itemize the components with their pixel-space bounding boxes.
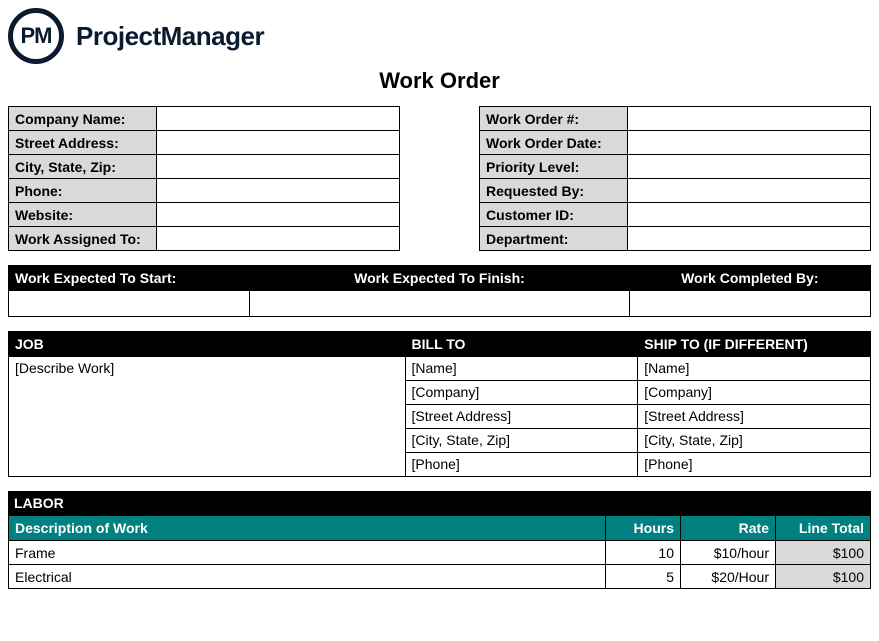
value-work-order-date[interactable] <box>628 131 871 155</box>
ship-to-csz[interactable]: [City, State, Zip] <box>638 429 871 453</box>
value-department[interactable] <box>628 227 871 251</box>
header-ship-to: SHIP TO (IF DIFFERENT) <box>638 332 871 357</box>
order-info-table: Work Order #: Work Order Date: Priority … <box>479 106 871 251</box>
bill-to-csz[interactable]: [City, State, Zip] <box>405 429 638 453</box>
value-company-name[interactable] <box>157 107 400 131</box>
value-phone[interactable] <box>157 179 400 203</box>
label-requested-by: Requested By: <box>480 179 628 203</box>
labor-header-hours: Hours <box>606 516 681 541</box>
value-customer-id[interactable] <box>628 203 871 227</box>
labor-header-total: Line Total <box>776 516 871 541</box>
label-website: Website: <box>9 203 157 227</box>
label-street-address: Street Address: <box>9 131 157 155</box>
header-start: Work Expected To Start: <box>9 266 250 291</box>
labor-rate[interactable]: $20/Hour <box>681 565 776 589</box>
labor-desc[interactable]: Frame <box>9 541 606 565</box>
label-company-name: Company Name: <box>9 107 157 131</box>
label-priority-level: Priority Level: <box>480 155 628 179</box>
labor-header-rate: Rate <box>681 516 776 541</box>
labor-row: Frame 10 $10/hour $100 <box>9 541 871 565</box>
describe-work[interactable]: [Describe Work] <box>9 357 406 477</box>
info-section: Company Name: Street Address: City, Stat… <box>8 106 871 251</box>
label-work-order-date: Work Order Date: <box>480 131 628 155</box>
labor-row: Electrical 5 $20/Hour $100 <box>9 565 871 589</box>
ship-to-street[interactable]: [Street Address] <box>638 405 871 429</box>
header-bill-to: BILL TO <box>405 332 638 357</box>
bill-to-street[interactable]: [Street Address] <box>405 405 638 429</box>
job-table: JOB BILL TO SHIP TO (IF DIFFERENT) [Desc… <box>8 331 871 477</box>
value-completed[interactable] <box>629 291 870 317</box>
value-work-assigned-to[interactable] <box>157 227 400 251</box>
label-work-assigned-to: Work Assigned To: <box>9 227 157 251</box>
value-work-order-no[interactable] <box>628 107 871 131</box>
value-city-state-zip[interactable] <box>157 155 400 179</box>
value-finish[interactable] <box>250 291 629 317</box>
value-priority-level[interactable] <box>628 155 871 179</box>
labor-table: Description of Work Hours Rate Line Tota… <box>8 515 871 589</box>
logo-icon: PM <box>8 8 64 64</box>
label-customer-id: Customer ID: <box>480 203 628 227</box>
bill-to-company[interactable]: [Company] <box>405 381 638 405</box>
brand-name: ProjectManager <box>76 21 264 52</box>
labor-header-desc: Description of Work <box>9 516 606 541</box>
value-requested-by[interactable] <box>628 179 871 203</box>
logo-text: PM <box>21 23 52 49</box>
label-department: Department: <box>480 227 628 251</box>
bill-to-name[interactable]: [Name] <box>405 357 638 381</box>
ship-to-phone[interactable]: [Phone] <box>638 453 871 477</box>
header-job: JOB <box>9 332 406 357</box>
header-completed: Work Completed By: <box>629 266 870 291</box>
company-info-table: Company Name: Street Address: City, Stat… <box>8 106 400 251</box>
labor-total: $100 <box>776 565 871 589</box>
bill-to-phone[interactable]: [Phone] <box>405 453 638 477</box>
value-start[interactable] <box>9 291 250 317</box>
ship-to-company[interactable]: [Company] <box>638 381 871 405</box>
labor-rate[interactable]: $10/hour <box>681 541 776 565</box>
header: PM ProjectManager <box>8 8 871 64</box>
label-work-order-no: Work Order #: <box>480 107 628 131</box>
dates-table: Work Expected To Start: Work Expected To… <box>8 265 871 317</box>
labor-section-title: LABOR <box>8 491 871 515</box>
header-finish: Work Expected To Finish: <box>250 266 629 291</box>
labor-hours[interactable]: 10 <box>606 541 681 565</box>
labor-total: $100 <box>776 541 871 565</box>
ship-to-name[interactable]: [Name] <box>638 357 871 381</box>
label-phone: Phone: <box>9 179 157 203</box>
label-city-state-zip: City, State, Zip: <box>9 155 157 179</box>
value-street-address[interactable] <box>157 131 400 155</box>
value-website[interactable] <box>157 203 400 227</box>
page-title: Work Order <box>8 68 871 94</box>
labor-hours[interactable]: 5 <box>606 565 681 589</box>
labor-desc[interactable]: Electrical <box>9 565 606 589</box>
